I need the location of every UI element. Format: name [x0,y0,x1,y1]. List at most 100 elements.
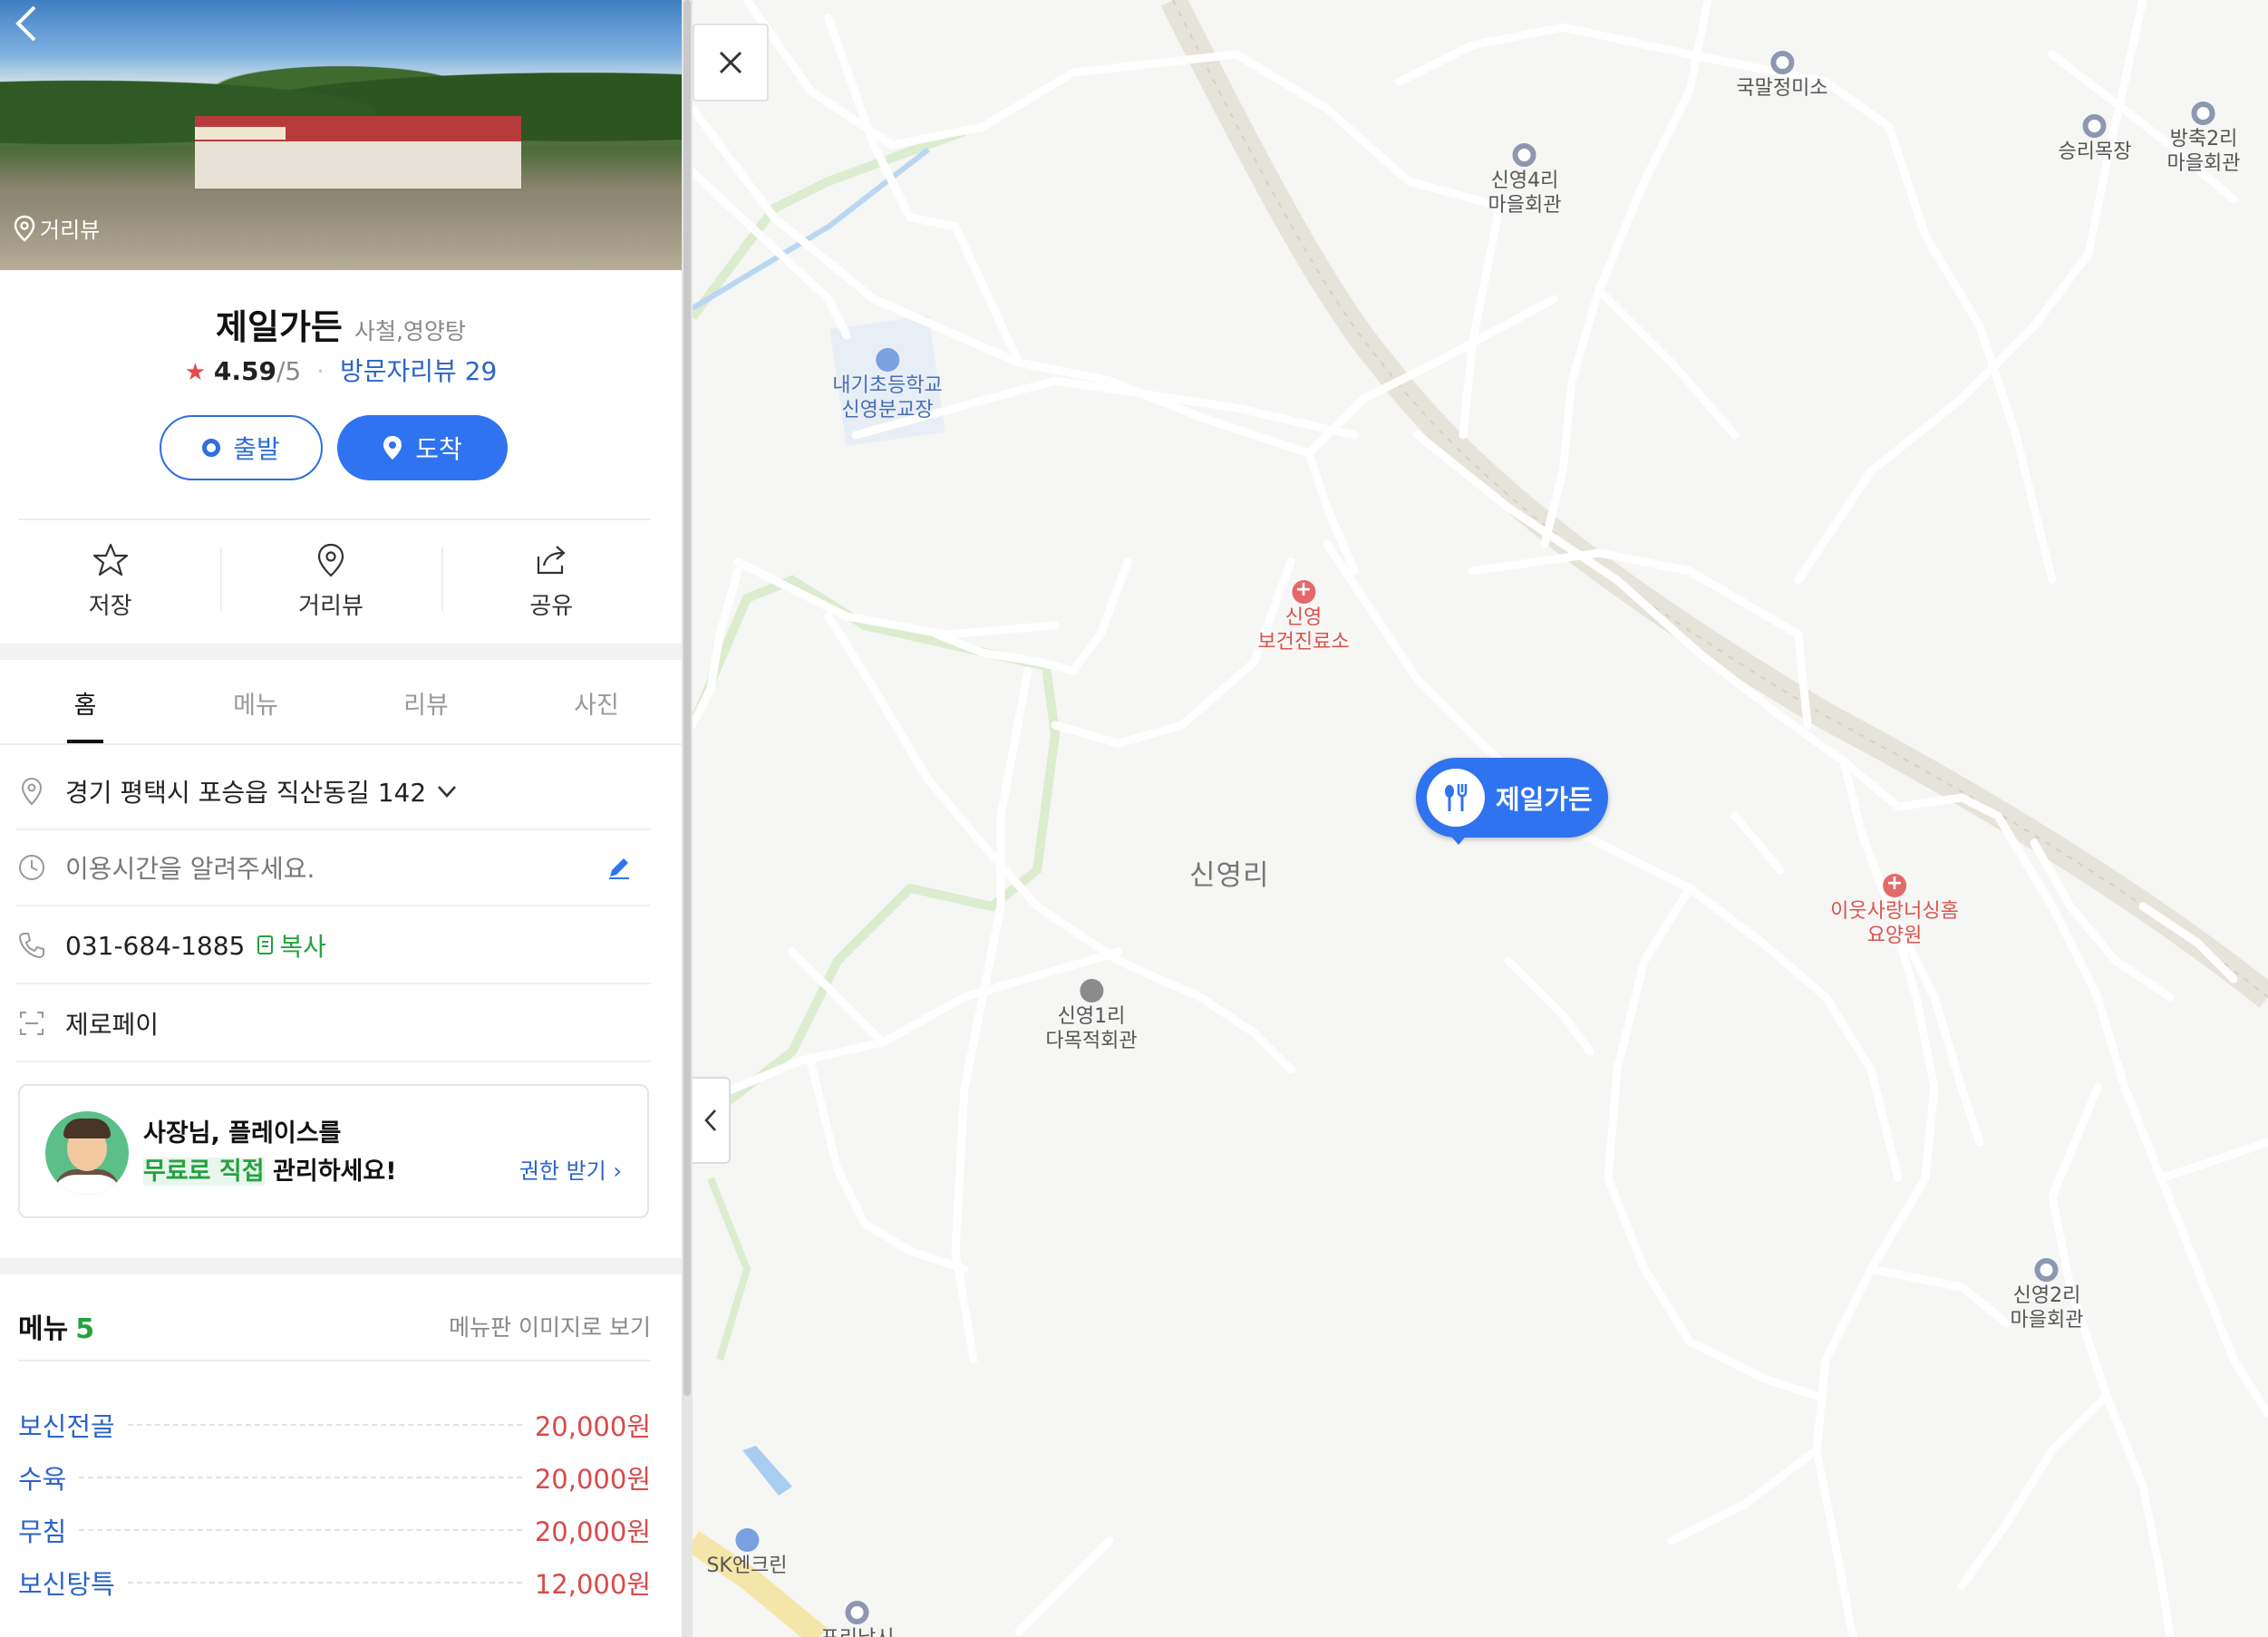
phone-number[interactable]: 031-684-1885 [65,931,245,961]
poi-label: 신영2리 마을회관 [2010,1284,2084,1332]
menu-item[interactable]: 수육 20,000원 [18,1459,651,1496]
poi-nursing-home[interactable]: 이웃사랑너싱홈 요양원 [1830,871,1959,948]
poi-marker-icon [2035,1258,2059,1282]
poi-elementary-school[interactable]: 내기초등학교 신영분교장 [832,348,943,422]
menu-item-price: 20,000원 [534,1464,651,1495]
place-category: 사철,영양탕 [354,318,466,344]
address-row[interactable]: 경기 평택시 포승읍 직산동길 142 [16,754,651,830]
menu-item-name: 보신탕특 [18,1569,115,1600]
owner-promo-card[interactable]: 사장님, 플레이스를 무료로 직접 관리하세요! 권한 받기 › [18,1084,649,1218]
poi-marker-icon [1513,143,1536,167]
collapse-panel-button[interactable] [693,1077,731,1164]
poi-fishing[interactable]: 포리낚시 [821,1601,895,1637]
place-photo[interactable]: 거리뷰 [0,0,682,270]
hours-row[interactable]: 이용시간을 알려주세요. [16,830,651,906]
streetview-button[interactable]: 거리뷰 [220,535,441,634]
get-permission-link[interactable]: 권한 받기 › [519,1153,622,1185]
hours-placeholder: 이용시간을 알려주세요. [65,854,315,884]
visitor-review-link[interactable]: 방문자리뷰 29 [340,356,497,386]
poi-marker-icon [1769,51,1794,74]
owner-promo-highlight: 무료로 직접 [143,1158,265,1186]
poi-sinyoung2-hall[interactable]: 신영2리 마을회관 [2010,1258,2084,1332]
section-gap [0,1258,682,1274]
route-arrive-button[interactable]: 도착 [337,415,508,480]
divider [18,518,651,520]
map-pin-icon [383,436,402,460]
poi-banguk2-hall[interactable]: 방축2리 마을회관 [2166,102,2241,176]
action-bar: 저장 거리뷰 공유 [0,535,662,634]
poi-ranch[interactable]: 승리목장 [2059,114,2131,164]
menu-image-link[interactable]: 메뉴판 이미지로 보기 [449,1310,651,1342]
tab-review[interactable]: 리뷰 [341,662,511,743]
panel-scrollbar-thumb[interactable] [683,0,691,1396]
marker-pointer [1448,832,1469,845]
close-icon [719,51,742,74]
location-pin-icon [21,777,43,806]
owner-avatar [45,1111,129,1195]
menu-item-leader [79,1529,522,1531]
tab-photo[interactable]: 사진 [511,662,682,743]
pencil-icon[interactable] [606,854,633,881]
payment-text: 제로페이 [65,1010,160,1040]
save-button[interactable]: 저장 [0,535,220,634]
map-pin-icon [317,543,344,577]
route-arrive-label: 도착 [415,434,462,464]
poi-gas-station[interactable]: SK엔크린 [706,1528,788,1578]
star-icon: ★ [184,359,206,386]
rating-value: 4.59 [213,356,276,386]
menu-item[interactable]: 보신탕특 12,000원 [18,1564,651,1601]
tab-home[interactable]: 홈 [0,662,170,743]
menu-item-leader [127,1582,522,1584]
copy-label: 복사 [279,932,326,962]
area-label: 신영리 [1189,859,1270,892]
menu-item[interactable]: 보신전골 20,000원 [18,1407,651,1443]
poi-label: 방축2리 마을회관 [2166,128,2241,175]
menu-count: 5 [75,1313,95,1345]
phone-icon [18,933,44,959]
menu-item-leader [127,1424,522,1426]
selected-place-marker[interactable]: 제일가든 [1416,758,1608,838]
marker-label: 제일가든 [1496,784,1593,815]
menu-item[interactable]: 무침 20,000원 [18,1512,651,1548]
menu-item-name: 보신전골 [18,1411,115,1442]
medical-cross-icon [1291,577,1315,604]
menu-item-name: 수육 [18,1464,67,1495]
rating-max: /5 [276,356,302,386]
menu-header: 메뉴 5 메뉴판 이미지로 보기 [18,1293,651,1361]
photo-streetview-link[interactable]: 거리뷰 [13,212,100,244]
avatar-hair [63,1119,111,1138]
poi-sinyoung4-hall[interactable]: 신영4리 마을회관 [1488,143,1561,218]
share-button[interactable]: 공유 [441,535,662,634]
avatar-body [54,1169,120,1195]
chevron-left-icon [704,1109,716,1131]
start-dot-icon [202,439,221,457]
poi-label: 국말정미소 [1736,77,1828,100]
menu-item-price: 20,000원 [534,1411,651,1442]
route-start-button[interactable]: 출발 [160,415,323,480]
poi-label: 포리낚시 [821,1627,895,1637]
restaurant-icon [1427,769,1485,827]
chevron-down-icon[interactable] [435,780,459,803]
streetview-action-label: 거리뷰 [298,593,363,620]
star-icon [92,543,128,576]
poi-rice-mill[interactable]: 국말정미소 [1736,51,1828,101]
save-label: 저장 [88,593,132,620]
poi-label: 신영1리 다목적회관 [1045,1005,1138,1052]
place-detail-panel: 거리뷰 제일가든 사철,영양탕 ★ 4.59/5 · 방문자리뷰 29 출발 도… [0,0,682,1637]
clock-icon [19,855,44,880]
poi-health-clinic[interactable]: 신영 보건진료소 [1257,577,1349,654]
close-panel-button[interactable] [693,24,769,102]
poi-marker-icon [2192,102,2215,125]
fork-spoon-icon [1445,784,1468,811]
menu-item-price: 20,000원 [534,1516,651,1547]
tab-menu[interactable]: 메뉴 [170,662,341,743]
copy-button[interactable]: 복사 [256,927,326,964]
photo-road [0,199,682,270]
poi-label: SK엔크린 [706,1555,788,1577]
poi-marker-icon [2083,114,2107,138]
back-button[interactable] [13,4,49,47]
poi-sinyoung1-center[interactable]: 신영1리 다목적회관 [1045,979,1138,1053]
photo-sign [195,127,286,140]
route-start-label: 출발 [233,434,280,464]
detail-tabs: 홈 메뉴 리뷰 사진 [0,662,682,745]
